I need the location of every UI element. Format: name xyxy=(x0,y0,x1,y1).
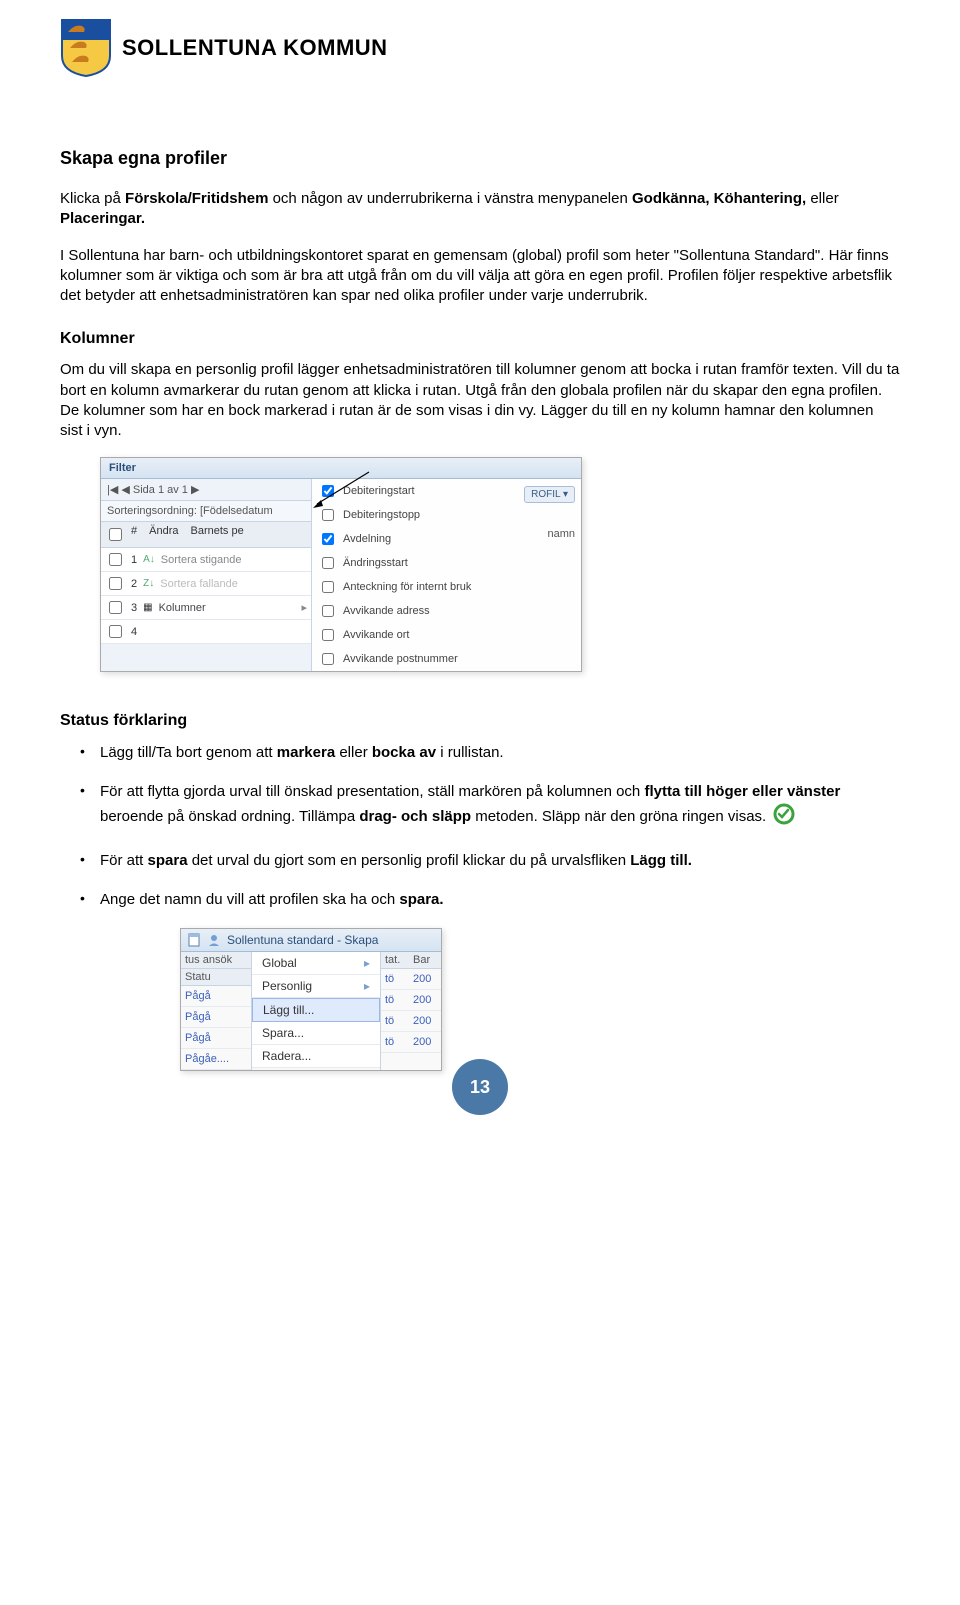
sort-asc-icon: A↓ xyxy=(143,554,155,565)
document-page: SOLLENTUNA KOMMUN Skapa egna profiler Kl… xyxy=(0,0,960,1111)
column-option[interactable]: Avvikande ort xyxy=(312,623,581,647)
user-icon xyxy=(207,933,221,947)
menu-item-spara[interactable]: Spara... xyxy=(252,1022,380,1045)
grid-fragment: tus ansök Statu Pågå Pågå Pågå Pågåe.... xyxy=(181,952,252,1070)
row-checkbox[interactable] xyxy=(109,601,122,614)
column-option[interactable]: Avvikande postnummer xyxy=(312,647,581,671)
kolumner-paragraph: Om du vill skapa en personlig profil läg… xyxy=(60,360,900,441)
bullet-item: Lägg till/Ta bort genom att markera elle… xyxy=(100,742,900,763)
data-row: tö200 xyxy=(381,1032,441,1053)
grid-row: 1A↓Sortera stigande xyxy=(101,548,311,572)
data-row: tö200 xyxy=(381,1011,441,1032)
column-option[interactable]: Avvikande adress xyxy=(312,599,581,623)
data-row: tö200 xyxy=(381,969,441,990)
status-bullet-list: Lägg till/Ta bort genom att markera elle… xyxy=(60,742,900,910)
chevron-right-icon: ▸ xyxy=(364,979,370,993)
column-header-namn: namn xyxy=(547,528,575,540)
bullet-item: För att flytta gjorda urval till önskad … xyxy=(100,781,900,832)
document-icon xyxy=(187,933,201,947)
columns-menu[interactable]: Kolumner xyxy=(159,602,206,614)
grid-header: # Ändra Barnets pe xyxy=(101,522,311,548)
profile-dropdown[interactable]: ROFIL ▾ xyxy=(524,486,575,503)
chevron-right-icon: ▸ xyxy=(364,956,370,970)
intro-paragraph-1: Klicka på Förskola/Fritidshem och någon … xyxy=(60,189,900,230)
column-checkbox[interactable] xyxy=(322,581,334,593)
columns-icon: ▦ xyxy=(143,602,152,613)
menu-item-global[interactable]: Global▸ xyxy=(252,952,380,975)
grid-fragment-right: tat.Bar tö200 tö200 tö200 tö200 xyxy=(380,952,441,1070)
pager[interactable]: |◀ ◀ Sida 1 av 1 ▶ xyxy=(101,479,311,501)
page-number-badge: 13 xyxy=(452,1059,508,1115)
row-checkbox[interactable] xyxy=(109,553,122,566)
profile-menu-screenshot: Sollentuna standard - Skapa tus ansök St… xyxy=(180,928,442,1071)
data-row: Pågå xyxy=(181,1007,251,1028)
sort-desc-icon: Z↓ xyxy=(143,578,154,589)
column-checkbox[interactable] xyxy=(322,605,334,617)
column-checkbox[interactable] xyxy=(322,653,334,665)
subheading-status: Status förklaring xyxy=(60,712,900,730)
select-all-checkbox[interactable] xyxy=(109,528,122,541)
profile-name-label: Sollentuna standard - Skapa xyxy=(227,933,378,947)
column-option[interactable]: Avdelning xyxy=(312,527,581,551)
grid-row: 4 xyxy=(101,620,311,644)
data-row: Pågå xyxy=(181,1028,251,1049)
chevron-right-icon: ▸ xyxy=(301,601,307,614)
letterhead: SOLLENTUNA KOMMUN xyxy=(60,18,900,78)
bullet-item: Ange det namn du vill att profilen ska h… xyxy=(100,889,900,910)
menu-item-lagg-till[interactable]: Lägg till... xyxy=(252,998,380,1022)
profile-dropdown-menu: Global▸ Personlig▸ Lägg till... Spara...… xyxy=(252,952,380,1070)
intro-paragraph-2: I Sollentuna har barn- och utbildningsko… xyxy=(60,246,900,307)
row-checkbox[interactable] xyxy=(109,625,122,638)
data-row: tö200 xyxy=(381,990,441,1011)
grid-left-pane: |◀ ◀ Sida 1 av 1 ▶ Sorteringsordning: [F… xyxy=(101,479,312,671)
columns-submenu: Debiteringstart Debiteringstopp Avdelnin… xyxy=(312,479,581,671)
data-row: Pågå xyxy=(181,986,251,1007)
org-name: SOLLENTUNA KOMMUN xyxy=(122,35,388,61)
column-checkbox[interactable] xyxy=(322,629,334,641)
column-option[interactable]: Anteckning för internt bruk xyxy=(312,575,581,599)
menu-item-personlig[interactable]: Personlig▸ xyxy=(252,975,380,998)
grid-row: 3▦Kolumner▸ xyxy=(101,596,311,620)
profile-bar[interactable]: Sollentuna standard - Skapa xyxy=(181,929,441,952)
column-option[interactable]: Debiteringstopp xyxy=(312,503,581,527)
green-ring-icon xyxy=(772,802,796,832)
column-checkbox[interactable] xyxy=(322,557,334,569)
filter-bar: Filter xyxy=(101,458,581,479)
data-row: Pågåe.... xyxy=(181,1049,251,1070)
column-checkbox[interactable] xyxy=(322,509,334,521)
subheading-kolumner: Kolumner xyxy=(60,330,900,348)
grid-row: 2Z↓Sortera fallande xyxy=(101,572,311,596)
sort-row[interactable]: Sorteringsordning: [Födelsedatum xyxy=(101,501,311,522)
column-checkbox[interactable] xyxy=(322,533,334,545)
columns-screenshot: Filter ROFIL ▾ namn |◀ ◀ Sida 1 av 1 ▶ S… xyxy=(100,457,582,672)
sort-desc-menu[interactable]: Sortera fallande xyxy=(160,578,238,590)
page-title: Skapa egna profiler xyxy=(60,148,900,169)
column-option[interactable]: Ändringsstart xyxy=(312,551,581,575)
row-checkbox[interactable] xyxy=(109,577,122,590)
municipality-crest-icon xyxy=(60,18,112,78)
sort-asc-menu[interactable]: Sortera stigande xyxy=(161,554,242,566)
bullet-item: För att spara det urval du gjort som en … xyxy=(100,850,900,871)
menu-item-radera[interactable]: Radera... xyxy=(252,1045,380,1068)
column-checkbox[interactable] xyxy=(322,485,334,497)
